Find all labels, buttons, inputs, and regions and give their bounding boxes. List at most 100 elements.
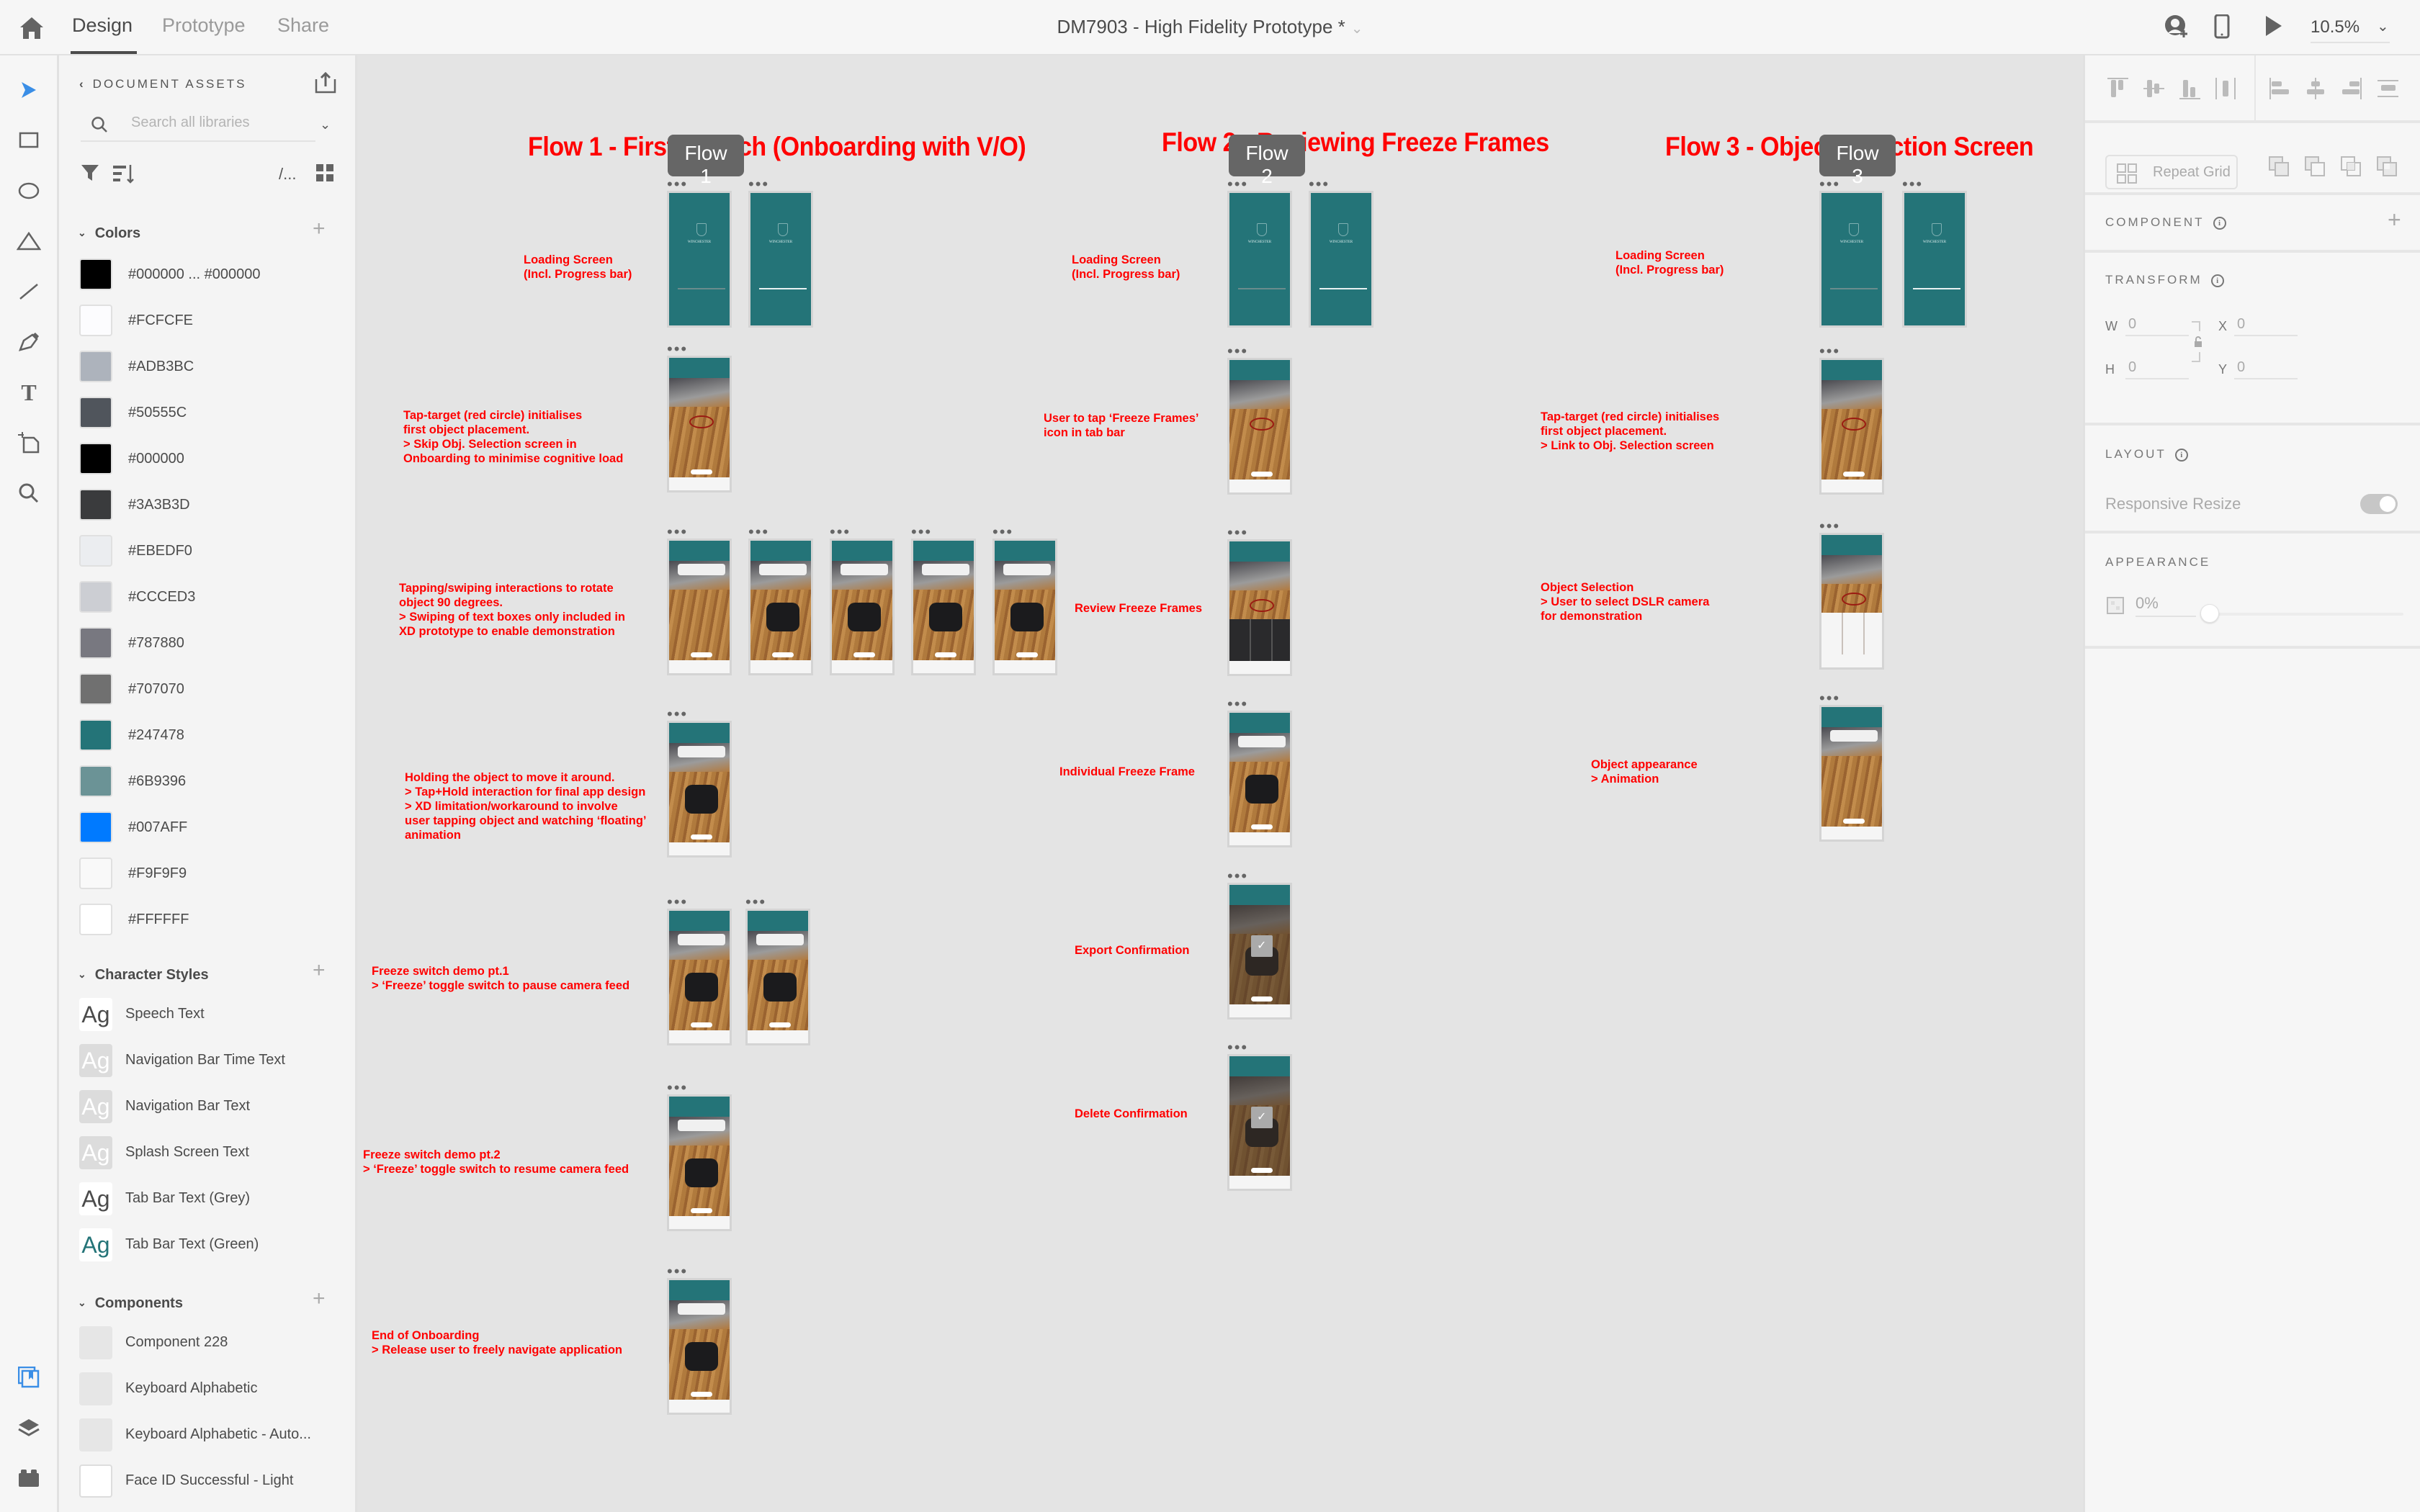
components-section-header[interactable]: ⌄ Components (78, 1295, 183, 1312)
pen-tool-icon[interactable] (16, 329, 42, 355)
play-preview-icon[interactable] (2264, 14, 2283, 37)
color-swatch-item[interactable]: #787880 (79, 627, 339, 660)
color-swatch[interactable] (79, 258, 112, 290)
artboard[interactable]: WINCHESTER (748, 191, 813, 328)
artboard[interactable] (830, 539, 895, 675)
select-tool-icon[interactable] (16, 77, 42, 103)
artboard-menu-icon[interactable]: ••• (667, 1080, 688, 1096)
artboard-menu-icon[interactable]: ••• (992, 524, 1013, 540)
artboard[interactable] (667, 909, 732, 1045)
artboard[interactable] (667, 721, 732, 858)
design-canvas[interactable]: Flow 1 - First Launch (Onboarding with V… (357, 55, 2083, 1512)
align-middle-icon[interactable] (2143, 77, 2164, 100)
color-swatch-item[interactable]: #707070 (79, 673, 339, 706)
artboard[interactable] (911, 539, 976, 675)
zoom-tool-icon[interactable] (16, 480, 42, 506)
align-left-icon[interactable] (2269, 77, 2290, 100)
color-swatch[interactable] (79, 904, 112, 935)
flow-2-start-badge[interactable]: Flow 2 (1229, 135, 1305, 187)
rectangle-tool-icon[interactable] (16, 127, 42, 153)
artboard-menu-icon[interactable]: ••• (1227, 696, 1248, 712)
flow-1-start-badge[interactable]: Flow 1 (668, 135, 744, 187)
x-field[interactable]: 0 (2234, 316, 2298, 336)
artboard-menu-icon[interactable]: ••• (1227, 176, 1248, 192)
align-top-icon[interactable] (2107, 77, 2128, 100)
text-tool-icon[interactable]: T (16, 379, 42, 405)
aspect-lock-icon[interactable] (2193, 336, 2203, 348)
color-swatch-item[interactable]: #ADB3BC (79, 351, 339, 384)
back-chevron-icon[interactable]: ‹ (79, 77, 86, 91)
repeat-grid-button[interactable]: Repeat Grid (2105, 155, 2238, 189)
invite-user-icon[interactable] (2164, 14, 2189, 39)
polygon-tool-icon[interactable] (16, 228, 42, 254)
artboard-menu-icon[interactable]: ••• (1819, 518, 1840, 534)
artboard[interactable]: WINCHESTER (1819, 191, 1884, 328)
height-field[interactable]: 0 (2125, 359, 2189, 379)
character-style-item[interactable]: Ag Navigation Bar Text (79, 1090, 339, 1123)
align-center-icon[interactable] (2305, 77, 2326, 100)
character-style-item[interactable]: Ag Speech Text (79, 998, 339, 1031)
color-swatch-item[interactable]: #FFFFFF (79, 904, 339, 937)
info-icon[interactable]: i (2174, 449, 2188, 462)
color-swatch[interactable] (79, 858, 112, 889)
collapse-caret-icon[interactable]: ⌄ (78, 1297, 86, 1309)
artboard-menu-icon[interactable]: ••• (1819, 690, 1840, 706)
collapse-caret-icon[interactable]: ⌄ (78, 227, 86, 239)
character-style-item[interactable]: Ag Navigation Bar Time Text (79, 1044, 339, 1077)
artboard-menu-icon[interactable]: ••• (1309, 176, 1330, 192)
filter-icon[interactable] (81, 163, 99, 186)
artboard[interactable] (1819, 533, 1884, 670)
library-dropdown-chevron-icon[interactable]: ⌄ (320, 117, 331, 132)
layers-panel-icon[interactable] (16, 1415, 42, 1441)
line-tool-icon[interactable] (16, 279, 42, 305)
color-swatch-item[interactable]: #000000 ... #000000 (79, 258, 339, 292)
artboard[interactable] (1227, 883, 1292, 1020)
artboard[interactable] (667, 539, 732, 675)
search-input[interactable] (131, 114, 304, 131)
artboard-menu-icon[interactable]: ••• (745, 894, 766, 910)
color-swatch-item[interactable]: #F9F9F9 (79, 858, 339, 891)
color-swatch-item[interactable]: #000000 (79, 443, 339, 476)
artboard[interactable] (745, 909, 810, 1045)
artboard[interactable] (1227, 1054, 1292, 1191)
color-swatch[interactable] (79, 443, 112, 474)
artboard-menu-icon[interactable]: ••• (830, 524, 851, 540)
color-swatch[interactable] (79, 397, 112, 428)
share-export-icon[interactable] (315, 72, 336, 94)
artboard-menu-icon[interactable]: ••• (667, 524, 688, 540)
color-swatch-item[interactable]: #50555C (79, 397, 339, 430)
assets-panel-icon[interactable] (16, 1364, 42, 1390)
character-style-item[interactable]: Ag Splash Screen Text (79, 1136, 339, 1169)
add-component-button[interactable]: + (313, 1287, 326, 1311)
artboard-menu-icon[interactable]: ••• (1227, 525, 1248, 541)
artboard-menu-icon[interactable]: ••• (1819, 176, 1840, 192)
color-swatch[interactable] (79, 581, 112, 613)
collapse-caret-icon[interactable]: ⌄ (78, 968, 86, 981)
create-component-button[interactable]: + (2388, 207, 2401, 233)
artboard[interactable] (1227, 358, 1292, 495)
sort-icon[interactable] (111, 163, 135, 187)
flow-2-title[interactable]: Flow 2 - Reviewing Freeze Frames (1162, 127, 1549, 158)
component-item[interactable]: Face ID Successful - Light (79, 1464, 339, 1498)
artboard[interactable]: WINCHESTER (1309, 191, 1373, 328)
info-icon[interactable]: i (2210, 274, 2224, 287)
align-right-icon[interactable] (2341, 77, 2362, 100)
character-style-item[interactable]: Ag Tab Bar Text (Grey) (79, 1182, 339, 1215)
info-icon[interactable]: i (2213, 217, 2226, 230)
artboard[interactable] (667, 1278, 732, 1415)
opacity-slider[interactable] (2200, 604, 2403, 623)
artboard-menu-icon[interactable]: ••• (748, 176, 769, 192)
boolean-intersect-icon[interactable] (2341, 156, 2362, 178)
boolean-add-icon[interactable] (2269, 156, 2290, 178)
align-bottom-icon[interactable] (2179, 77, 2200, 100)
component-item[interactable]: Component 228 (79, 1326, 339, 1359)
device-preview-icon[interactable] (2214, 14, 2230, 39)
artboard[interactable] (667, 1094, 732, 1231)
artboard[interactable] (992, 539, 1057, 675)
assets-panel-title[interactable]: ‹ DOCUMENT ASSETS (79, 77, 246, 91)
color-swatch[interactable] (79, 627, 112, 659)
artboard[interactable] (748, 539, 813, 675)
plugins-panel-icon[interactable] (16, 1465, 42, 1491)
artboard-menu-icon[interactable]: ••• (748, 524, 769, 540)
artboard-menu-icon[interactable]: ••• (667, 706, 688, 722)
